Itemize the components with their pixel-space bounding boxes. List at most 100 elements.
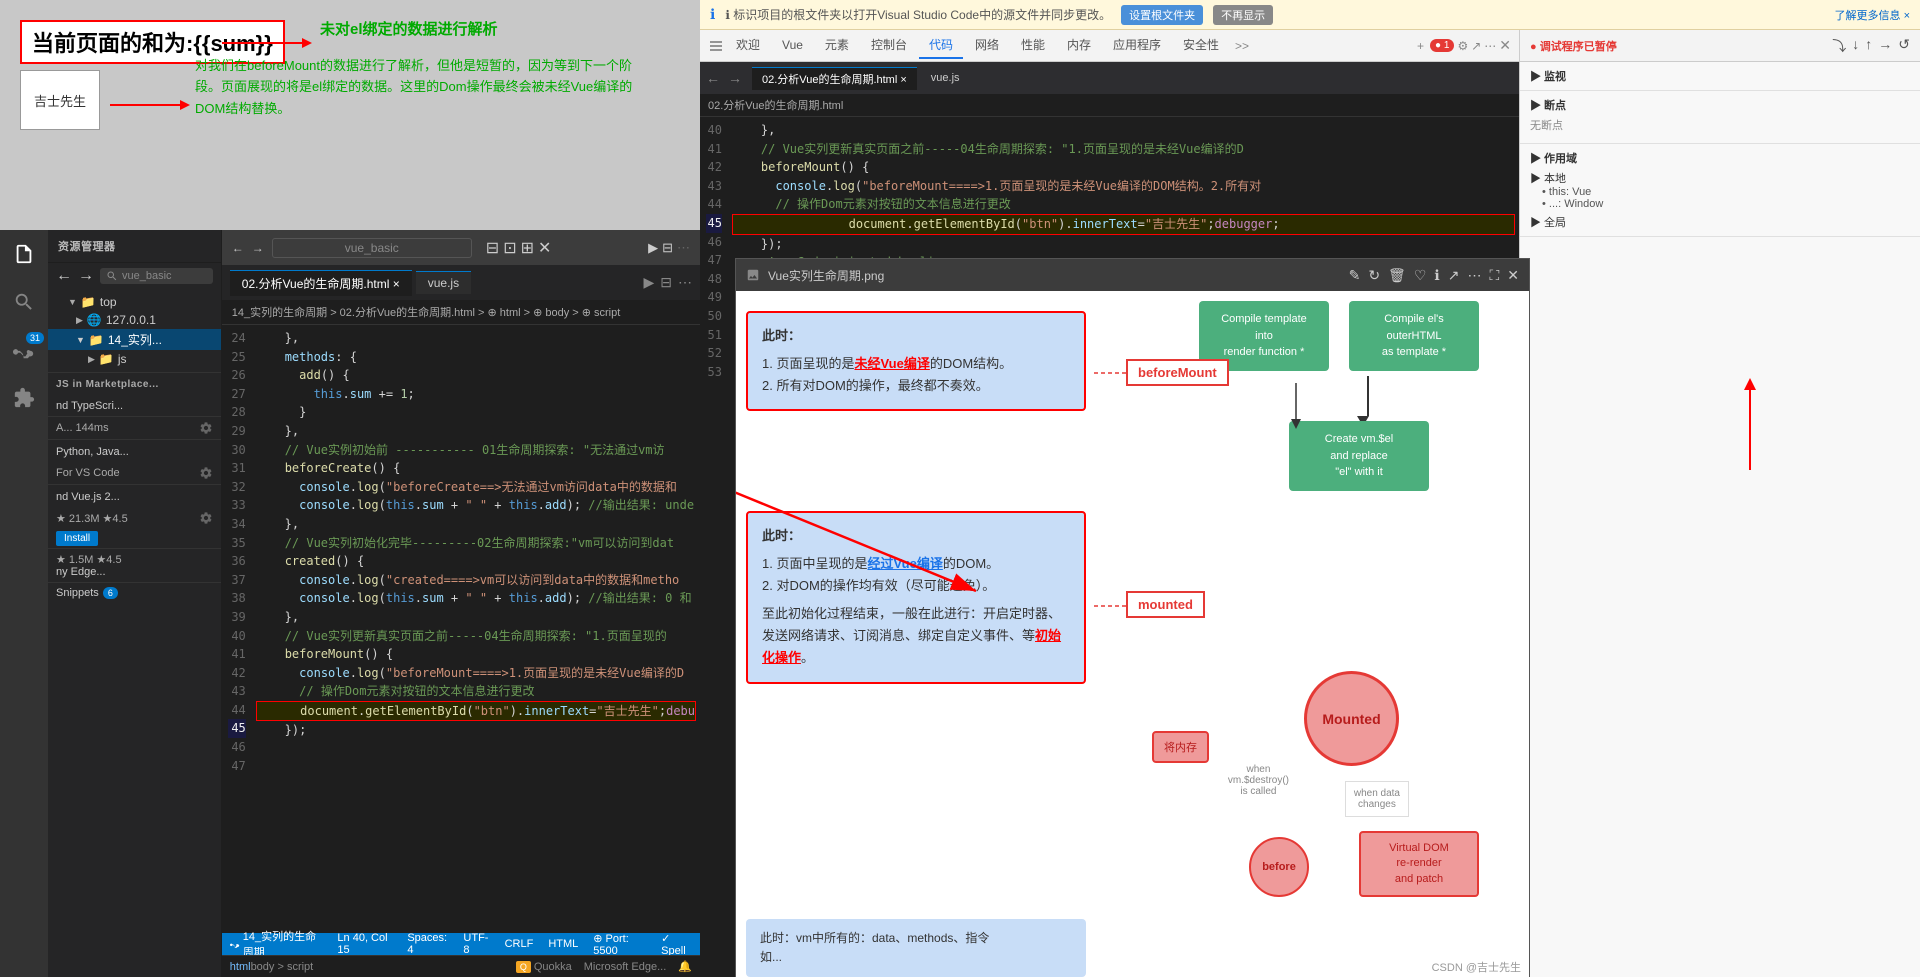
tab-elements2[interactable]: 元素 [815, 32, 859, 59]
debug-continue[interactable]: → [1878, 36, 1892, 56]
step-create-el: Create vm.$eland replace"el" with it [1289, 421, 1429, 491]
iv-delete-btn[interactable]: 🗑 [1388, 267, 1406, 284]
extensions-icon[interactable] [0, 374, 48, 422]
scope-global-toggle[interactable]: ▶ 全局 [1530, 214, 1910, 230]
tree-item-server[interactable]: ▶ 🌐 127.0.0.1 [48, 311, 221, 329]
code-editor: 2425262728 2930313233 3435363738 3940414… [222, 325, 700, 933]
setup-folder-btn[interactable]: 设置根文件夹 [1121, 5, 1203, 25]
learn-more-link[interactable]: 了解更多信息 × [1835, 7, 1910, 23]
iv-edit-btn[interactable]: ✎ [1349, 267, 1361, 284]
edge-status[interactable]: Microsoft Edge... [584, 961, 667, 973]
tab-console[interactable]: 控制台 [861, 32, 917, 59]
port-status[interactable]: ⊕ Port: 5500 [593, 932, 646, 957]
search-input[interactable]: vue_basic [272, 238, 472, 258]
info-box-mounted: 此时： 1. 页面中呈现的是经过Vue编译的DOM。 2. 对DOM的操作均有效… [746, 511, 1086, 684]
tab-vue[interactable]: Vue [772, 34, 813, 58]
debug-run-btn[interactable]: ▶ [648, 240, 658, 256]
git-icon[interactable]: 31 [0, 326, 48, 374]
devtools-menu-icon[interactable] [708, 38, 724, 54]
watch-toggle[interactable]: ▶ 监视 [1530, 68, 1910, 84]
play-btn[interactable]: ▶ [643, 274, 654, 291]
when-data-changes: when datachanges [1345, 781, 1409, 817]
file-tree: ▼ 📁 top ▶ 🌐 127.0.0.1 ▼ 📁 14_实列... ▶ 📁 [48, 289, 221, 372]
debug-toolbar: ● 调试程序已暂停 ⤵ ↓ ↑ → ↺ [1520, 30, 1920, 62]
gear-icon-3[interactable] [199, 511, 213, 525]
spell-status[interactable]: ✓ Spell [661, 932, 692, 957]
iv-refresh-btn[interactable]: ↻ [1368, 267, 1380, 284]
push-content: 将内存 [1152, 731, 1209, 763]
minimize-btn[interactable]: ⊟ [486, 238, 499, 258]
tab-network[interactable]: 网络 [965, 32, 1009, 59]
iv-share-btn[interactable]: ↗ [1448, 267, 1460, 284]
activity-bar: 31 [0, 230, 48, 977]
file-tab-vuejs[interactable]: vue.js [921, 69, 970, 87]
grid-btn[interactable]: ⊞ [521, 238, 534, 258]
file-tab-html[interactable]: 02.分析Vue的生命周期.html × [752, 67, 917, 90]
tab-application[interactable]: 应用程序 [1103, 32, 1171, 59]
more-icon[interactable]: ⋯ [1484, 39, 1496, 53]
close-btn[interactable]: ✕ [538, 238, 551, 258]
spaces-status[interactable]: Spaces: 4 [407, 932, 448, 956]
tab-memory[interactable]: 内存 [1057, 32, 1101, 59]
iv-info-btn[interactable]: ℹ [1434, 267, 1439, 284]
tree-item-folder14[interactable]: ▼ 📁 14_实列... [48, 329, 221, 350]
info-box-bottom: 此时：vm中所有的：data、methods、指令 如... [746, 919, 1086, 977]
line-ending-status[interactable]: CRLF [505, 938, 534, 950]
explorer-icon[interactable] [0, 230, 48, 278]
split-editor-btn[interactable]: ⊟ [660, 274, 672, 291]
code-lines: }, methods: { add() { this.sum += 1; } }… [252, 325, 700, 933]
tab-vuejs[interactable]: vue.js [416, 271, 471, 294]
debug-step-out[interactable]: ↑ [1865, 36, 1872, 56]
back-btn[interactable]: ← [56, 267, 72, 285]
gear-icon-2[interactable] [199, 466, 213, 480]
devtools-close-icon[interactable]: ✕ [1499, 37, 1511, 54]
debug-split-btn[interactable]: ⊟ [662, 240, 673, 256]
share-icon[interactable]: ↗ [1471, 39, 1481, 53]
iv-expand-btn[interactable]: ⛶ [1489, 267, 1499, 284]
image-viewer: Vue实列生命周期.png ✎ ↻ 🗑 ♡ ℹ ↗ ⋯ ⛶ ✕ [735, 258, 1530, 977]
iv-more-btn[interactable]: ⋯ [1467, 267, 1481, 284]
iv-heart-btn[interactable]: ♡ [1414, 267, 1427, 284]
forward-btn[interactable]: → [78, 267, 94, 285]
debug-step-into[interactable]: ↓ [1852, 36, 1859, 56]
search-box[interactable]: vue_basic [100, 268, 213, 284]
tab-performance[interactable]: 性能 [1011, 32, 1055, 59]
file-nav-right[interactable]: → [728, 70, 742, 86]
scope-local-toggle[interactable]: ▶ 本地 [1530, 170, 1910, 186]
location-status[interactable]: Ln 40, Col 15 [337, 932, 392, 956]
breakpoints-toggle[interactable]: ▶ 断点 [1530, 97, 1910, 113]
maximize-btn[interactable]: ⊡ [503, 238, 516, 258]
no-show-btn[interactable]: 不再显示 [1213, 5, 1273, 25]
tab-security[interactable]: 安全性 [1173, 32, 1229, 59]
debug-more-btn[interactable]: ⋯ [677, 240, 690, 256]
add-tab-btn[interactable]: + [1417, 39, 1424, 53]
tree-item-top[interactable]: ▼ 📁 top [48, 293, 221, 311]
tab-sources[interactable]: 代码 [919, 32, 963, 59]
status-bar: 14_实列的生命周期 Ln 40, Col 15 Spaces: 4 UTF-8… [222, 933, 700, 955]
gear-icon-1[interactable] [199, 421, 213, 435]
watch-section: ▶ 监视 [1520, 62, 1920, 91]
tab-elements[interactable]: 欢迎 [726, 32, 770, 59]
quokka-btn[interactable]: Q Quokka [516, 961, 572, 973]
info-bar: ℹ ℹ 标识项目的根文件夹以打开Visual Studio Code中的源文件并… [700, 0, 1920, 30]
debug-restart[interactable]: ↺ [1898, 36, 1910, 56]
mounted-circle: Mounted [1304, 671, 1399, 766]
iv-close-btn[interactable]: ✕ [1507, 267, 1519, 284]
encoding-status[interactable]: UTF-8 [463, 932, 489, 956]
settings-icon[interactable]: ⚙ [1457, 39, 1468, 53]
file-nav-left[interactable]: ← [706, 70, 720, 86]
search-icon[interactable] [0, 278, 48, 326]
debug-step-over[interactable]: ⤵ [1832, 36, 1846, 56]
more-actions-btn[interactable]: ⋯ [678, 274, 692, 291]
line-numbers: 2425262728 2930313233 3435363738 3940414… [222, 325, 252, 933]
more-tabs-btn[interactable]: >> [1231, 39, 1253, 53]
language-status[interactable]: HTML [548, 938, 578, 950]
scope-toggle[interactable]: ▶ 作用域 [1530, 150, 1910, 166]
tree-item-js[interactable]: ▶ 📁 js [48, 350, 221, 368]
ext-install[interactable]: Install [48, 529, 221, 548]
ext-vuejs: nd Vue.js 2... [48, 484, 221, 507]
devtools-badge: ● 1 ⚙ ↗ ⋯ ✕ [1430, 37, 1511, 54]
vscode-titlebar: ← → vue_basic ⊟ ⊡ ⊞ ✕ ▶ ⊟ ⋯ [222, 230, 700, 265]
tab-html[interactable]: 02.分析Vue的生命周期.html × [230, 270, 412, 296]
vscode-layout: 31 资源管理器 ← → vue_basic ▼ 📁 [0, 230, 700, 977]
